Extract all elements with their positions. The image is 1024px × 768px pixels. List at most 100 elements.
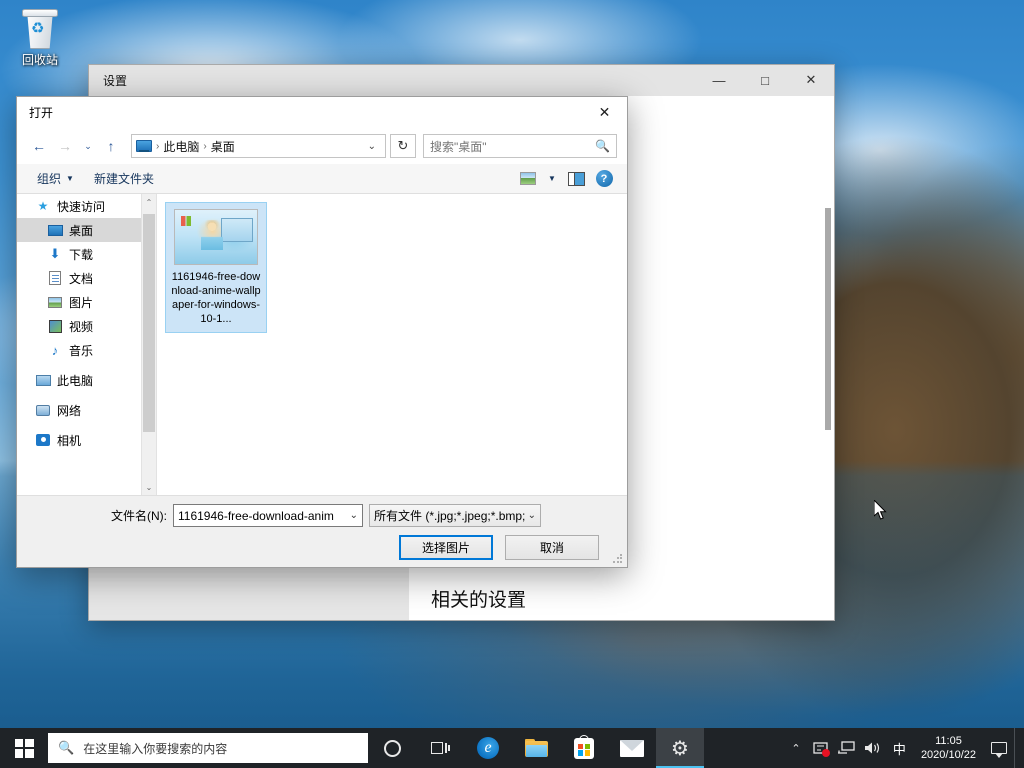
dialog-title: 打开 (17, 104, 53, 121)
nav-item-videos[interactable]: 视频 (17, 314, 156, 338)
videos-icon (47, 318, 63, 334)
organize-label: 组织 (37, 170, 61, 187)
back-button[interactable]: ← (27, 134, 51, 158)
onedrive-icon[interactable] (808, 728, 834, 768)
desktop-icon-recycle-bin[interactable]: ♻ 回收站 (6, 6, 74, 67)
open-button[interactable]: 选择图片 (399, 535, 493, 560)
settings-scrollbar[interactable] (822, 96, 834, 620)
network-icon[interactable] (834, 728, 860, 768)
taskbar-edge-button[interactable]: e (464, 728, 512, 768)
resize-grip[interactable] (612, 553, 624, 565)
desktop-icon (47, 222, 63, 238)
nav-item-music[interactable]: ♪ 音乐 (17, 338, 156, 362)
nav-item-label: 相机 (57, 432, 81, 449)
desktop-background[interactable]: ♻ 回收站 设置 — □ ✕ 任务栏 ⌄ (0, 0, 1024, 768)
nav-item-documents[interactable]: 文档 ⚲ (17, 266, 156, 290)
related-settings-heading: 相关的设置 (431, 585, 526, 612)
dialog-footer: 文件名(N): 1161946-free-download-anim ⌄ 所有文… (17, 495, 627, 567)
pictures-icon (47, 294, 63, 310)
nav-item-label: 文档 (69, 270, 93, 287)
folder-icon (525, 739, 548, 757)
file-type-dropdown[interactable]: 所有文件 (*.jpg;*.jpeg;*.bmp;*. ⌄ (369, 504, 541, 527)
organize-button[interactable]: 组织 ▼ (27, 170, 84, 187)
taskbar-cortana-button[interactable] (368, 728, 416, 768)
taskbar-file-explorer-button[interactable] (512, 728, 560, 768)
new-folder-button[interactable]: 新建文件夹 (84, 170, 164, 187)
nav-item-label: 下载 (69, 246, 93, 263)
chevron-down-icon[interactable]: ⌄ (347, 510, 358, 521)
dialog-navigation-bar: ← → ⌄ ↑ › 此电脑 › 桌面 ⌄ ↻ 搜索"桌面" 🔍 (17, 128, 627, 164)
filename-input[interactable]: 1161946-free-download-anim ⌄ (173, 504, 363, 527)
nav-item-label: 网络 (57, 402, 81, 419)
recent-locations-button[interactable]: ⌄ (79, 134, 97, 158)
ime-indicator[interactable]: 中 (886, 739, 913, 758)
nav-item-quick-access[interactable]: ★ 快速访问 (17, 194, 156, 218)
action-center-button[interactable] (984, 728, 1014, 768)
mouse-cursor (874, 500, 888, 521)
file-type-value: 所有文件 (*.jpg;*.jpeg;*.bmp;*. (374, 507, 525, 524)
nav-item-this-pc[interactable]: 此电脑 (17, 368, 156, 392)
file-list-item[interactable]: 1161946-free-download-anime-wallpaper-fo… (165, 202, 267, 333)
nav-item-downloads[interactable]: ⬇ 下载 ⚲ (17, 242, 156, 266)
file-list-pane[interactable]: 1161946-free-download-anime-wallpaper-fo… (157, 194, 627, 495)
close-button[interactable]: ✕ (788, 65, 834, 96)
chevron-down-icon[interactable]: ⌄ (363, 141, 381, 152)
nav-item-label: 音乐 (69, 342, 93, 359)
refresh-button[interactable]: ↻ (390, 134, 416, 158)
preview-pane-icon (568, 172, 585, 186)
volume-glyph (864, 741, 881, 755)
nav-item-camera[interactable]: 相机 (17, 428, 156, 452)
address-bar[interactable]: › 此电脑 › 桌面 ⌄ (131, 134, 386, 158)
search-input[interactable]: 搜索"桌面" 🔍 (423, 134, 617, 158)
search-icon: 🔍 (58, 740, 74, 756)
desktop-icon-label: 回收站 (6, 53, 74, 67)
show-hidden-icons-button[interactable]: ⌃ (784, 728, 808, 768)
task-view-icon (431, 741, 450, 755)
settings-window-title: 设置 (89, 72, 127, 89)
preview-pane-button[interactable] (563, 167, 589, 191)
start-button[interactable] (0, 728, 48, 768)
show-desktop-button[interactable] (1014, 728, 1020, 768)
this-pc-icon (136, 140, 152, 152)
file-thumbnail (174, 209, 258, 265)
taskbar-search-input[interactable]: 🔍 在这里输入你要搜索的内容 (48, 733, 368, 763)
open-file-dialog[interactable]: 打开 ✕ ← → ⌄ ↑ › 此电脑 › 桌面 ⌄ ↻ 搜索"桌面" 🔍 (16, 96, 628, 568)
help-icon: ? (596, 170, 613, 187)
clock-time: 11:05 (921, 734, 976, 748)
nav-item-network[interactable]: 网络 (17, 398, 156, 422)
nav-item-label: 图片 (69, 294, 93, 311)
network-icon (35, 402, 51, 418)
clock[interactable]: 11:05 2020/10/22 (913, 734, 984, 762)
forward-button[interactable]: → (53, 134, 77, 158)
taskbar-task-view-button[interactable] (416, 728, 464, 768)
navigation-pane-scrollbar[interactable]: ⌃ ⌄ (141, 194, 156, 495)
up-button[interactable]: ↑ (99, 134, 123, 158)
scroll-up-icon[interactable]: ⌃ (142, 194, 156, 210)
taskbar-store-button[interactable] (560, 728, 608, 768)
view-icon (520, 172, 536, 185)
breadcrumb-this-pc[interactable]: 此电脑 (163, 138, 199, 155)
help-button[interactable]: ? (591, 167, 617, 191)
filename-label: 文件名(N): (93, 507, 167, 524)
maximize-button[interactable]: □ (742, 65, 788, 96)
taskbar-mail-button[interactable] (608, 728, 656, 768)
nav-item-desktop[interactable]: 桌面 ⚲ (17, 218, 156, 242)
dialog-titlebar[interactable]: 打开 ✕ (17, 97, 627, 128)
view-mode-dropdown[interactable]: ▼ (543, 167, 561, 191)
volume-icon[interactable] (860, 728, 886, 768)
taskbar-settings-button[interactable]: ⚙ (656, 728, 704, 768)
scrollbar-thumb[interactable] (825, 208, 831, 430)
scrollbar-thumb[interactable] (143, 214, 155, 432)
dialog-toolbar: 组织 ▼ 新建文件夹 ▼ ? (17, 164, 627, 194)
settings-titlebar[interactable]: 设置 — □ ✕ (89, 65, 834, 96)
cancel-button[interactable]: 取消 (505, 535, 599, 560)
nav-item-pictures[interactable]: 图片 ⚲ (17, 290, 156, 314)
dialog-close-button[interactable]: ✕ (582, 97, 627, 128)
scroll-down-icon[interactable]: ⌄ (142, 479, 156, 495)
breadcrumb-desktop[interactable]: 桌面 (211, 138, 235, 155)
view-mode-button[interactable] (515, 167, 541, 191)
notification-badge (822, 749, 830, 757)
filename-row: 文件名(N): 1161946-free-download-anim ⌄ 所有文… (29, 504, 615, 527)
minimize-button[interactable]: — (696, 65, 742, 96)
chevron-down-icon: ▼ (548, 174, 556, 183)
